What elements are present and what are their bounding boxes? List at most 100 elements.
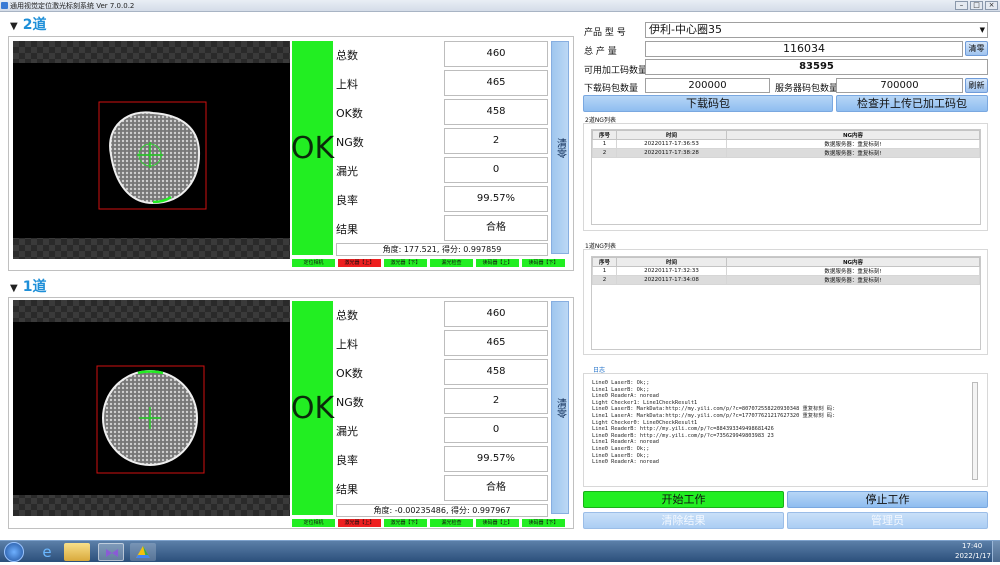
- model-select[interactable]: 伊利-中心圈35 ▼: [645, 22, 988, 38]
- cell: 数据服务器：重复标刻!: [726, 148, 980, 158]
- stat-label: 结果: [336, 223, 358, 236]
- indicator-light-check: 漏光检查: [430, 259, 473, 267]
- chevron-down-icon[interactable]: ▼: [980, 23, 985, 37]
- col-ng-content[interactable]: NG内容: [726, 130, 980, 140]
- stat-row: 上料 465: [334, 69, 552, 97]
- stat-row: NG数 2: [334, 127, 552, 155]
- indicator-light-check: 漏光检查: [430, 519, 473, 527]
- stat-value: 99.57%: [444, 446, 548, 472]
- lane2-title: 2道: [22, 17, 47, 33]
- total-value: 116034: [645, 41, 963, 57]
- stat-value: 合格: [444, 215, 548, 241]
- lane2-clear-button[interactable]: 清零: [551, 41, 569, 254]
- avail-label: 可用加工码数量: [584, 66, 648, 76]
- lane2-angle-readout: 角度: 177.521, 得分: 0.997859: [336, 243, 548, 256]
- stat-value: 2: [444, 388, 548, 414]
- stat-row: 总数 460: [334, 40, 552, 68]
- cell: 20220117-17:34:08: [616, 275, 727, 285]
- stat-label: OK数: [336, 107, 363, 120]
- drive-app-icon[interactable]: [130, 543, 156, 561]
- stat-label: NG数: [336, 396, 364, 409]
- stat-row: OK数 458: [334, 358, 552, 386]
- lane2-stats: 总数 460 上料 465 OK数 458 NG数 2 漏光 0 良率 99.57% 结果 合…: [334, 40, 552, 243]
- close-button[interactable]: ×: [985, 1, 998, 10]
- stop-work-button[interactable]: 停止工作: [787, 491, 988, 508]
- lane2-header[interactable]: ▼ 2道: [10, 14, 46, 34]
- stat-label: 总数: [336, 309, 358, 322]
- lane1-header[interactable]: ▼ 1道: [10, 276, 46, 296]
- check-upload-button[interactable]: 检查并上传已加工码包: [836, 95, 988, 112]
- col-time[interactable]: 时间: [616, 130, 727, 140]
- lane2-camera-view: [13, 41, 290, 259]
- start-orb-icon[interactable]: [4, 542, 24, 562]
- col-time[interactable]: 时间: [616, 257, 727, 267]
- lane1-clear-button[interactable]: 清零: [551, 301, 569, 514]
- lane1-camera-view: [13, 300, 290, 516]
- cell: 20220117-17:32:33: [616, 266, 727, 276]
- lane1-angle-readout: 角度: -0.00235486, 得分: 0.997967: [336, 504, 548, 517]
- stat-value: 458: [444, 99, 548, 125]
- col-ng-content[interactable]: NG内容: [726, 257, 980, 267]
- log-line: Line1 ReaderB: http://my.yili.com/p/?c=8…: [592, 426, 774, 433]
- indicator-laser-upper: 激光器【上】: [338, 519, 381, 527]
- table-row[interactable]: 2 20220117-17:34:08 数据服务器：重复标刻!: [592, 275, 980, 285]
- file-explorer-icon[interactable]: [64, 543, 90, 561]
- table-row[interactable]: 1 20220117-17:32:33 数据服务器：重复标刻!: [592, 266, 980, 276]
- total-label: 总 产 量: [584, 47, 617, 57]
- stat-value: 2: [444, 128, 548, 154]
- lane1-result-badge: OK: [291, 301, 334, 515]
- indicator-reader-upper: 读码器【上】: [476, 519, 519, 527]
- stat-label: 总数: [336, 49, 358, 62]
- camera-frame: [13, 322, 290, 495]
- collapse-triangle-icon[interactable]: ▼: [10, 283, 18, 294]
- log-line: Line1 LaserA: MarkData:http://my.yili.co…: [592, 412, 836, 419]
- taskbar: e 17:40 2022/1/17: [0, 540, 1000, 562]
- minimize-button[interactable]: –: [955, 1, 968, 10]
- show-desktop-button[interactable]: [992, 541, 1000, 562]
- stat-row: 结果 合格: [334, 214, 552, 242]
- camera-frame: [13, 63, 290, 238]
- total-clear-button[interactable]: 清零: [965, 41, 988, 56]
- table-row[interactable]: 2 20220117-17:38:28 数据服务器：重复标刻!: [592, 148, 980, 158]
- log-line: Line1 ReaderA: noread: [592, 439, 659, 446]
- stat-value: 460: [444, 301, 548, 327]
- log-line: Light Checker0: Line0CheckResult1: [592, 419, 698, 426]
- stat-value: 465: [444, 330, 548, 356]
- table-row[interactable]: 1 20220117-17:36:53 数据服务器：重复标刻!: [592, 139, 980, 149]
- col-index[interactable]: 序号: [592, 257, 617, 267]
- log-text[interactable]: Line0 LaserB: Ok;; Line1 LaserB: Ok;; Li…: [592, 380, 970, 480]
- log-line: Line1 LaserB: Ok;;: [592, 386, 650, 393]
- server-count-label: 服务器码包数量: [775, 84, 839, 94]
- stat-label: 良率: [336, 194, 358, 207]
- indicator-locate-camera: 定位相机: [292, 519, 335, 527]
- ng2-list[interactable]: 序号 时间 NG内容 1 20220117-17:36:53 数据服务器：重复标刻! 2…: [591, 129, 981, 225]
- stat-row: 上料 465: [334, 329, 552, 357]
- refresh-button[interactable]: 刷新: [965, 78, 988, 93]
- start-work-button[interactable]: 开始工作: [583, 491, 784, 508]
- clear-results-button[interactable]: 清除结果: [583, 512, 784, 529]
- lane1-title: 1道: [22, 279, 47, 295]
- ie-browser-icon[interactable]: e: [34, 543, 60, 561]
- cell: 2: [592, 148, 617, 158]
- clock-time: 17:40: [962, 542, 983, 550]
- lane1-camera-image: [96, 365, 205, 474]
- log-line: Line0 LaserB: MarkData:http://my.yili.co…: [592, 406, 836, 413]
- stat-row: 良率 99.57%: [334, 185, 552, 213]
- indicator-laser-lower: 激光器【下】: [384, 259, 427, 267]
- lane2-result-badge: OK: [291, 41, 334, 255]
- collapse-triangle-icon[interactable]: ▼: [10, 21, 18, 32]
- col-index[interactable]: 序号: [592, 130, 617, 140]
- window-titlebar: 通用视觉定位激光标刻系统 Ver 7.0.0.2 – □ ×: [0, 0, 1000, 12]
- cell: 2: [592, 275, 617, 285]
- ng1-list[interactable]: 序号 时间 NG内容 1 20220117-17:32:33 数据服务器：重复标刻! 2…: [591, 256, 981, 350]
- indicator-locate-camera: 定位相机: [292, 259, 335, 267]
- maximize-button[interactable]: □: [970, 1, 983, 10]
- download-package-button[interactable]: 下载码包: [583, 95, 833, 112]
- log-scrollbar[interactable]: [972, 382, 978, 480]
- stat-label: 漏光: [336, 425, 358, 438]
- admin-button[interactable]: 管理员: [787, 512, 988, 529]
- indicator-reader-lower: 读码器【下】: [522, 259, 565, 267]
- log-line: Line0 LaserB: Ok;;: [592, 452, 650, 459]
- cell: 20220117-17:38:28: [616, 148, 727, 158]
- visual-studio-icon[interactable]: [98, 543, 124, 561]
